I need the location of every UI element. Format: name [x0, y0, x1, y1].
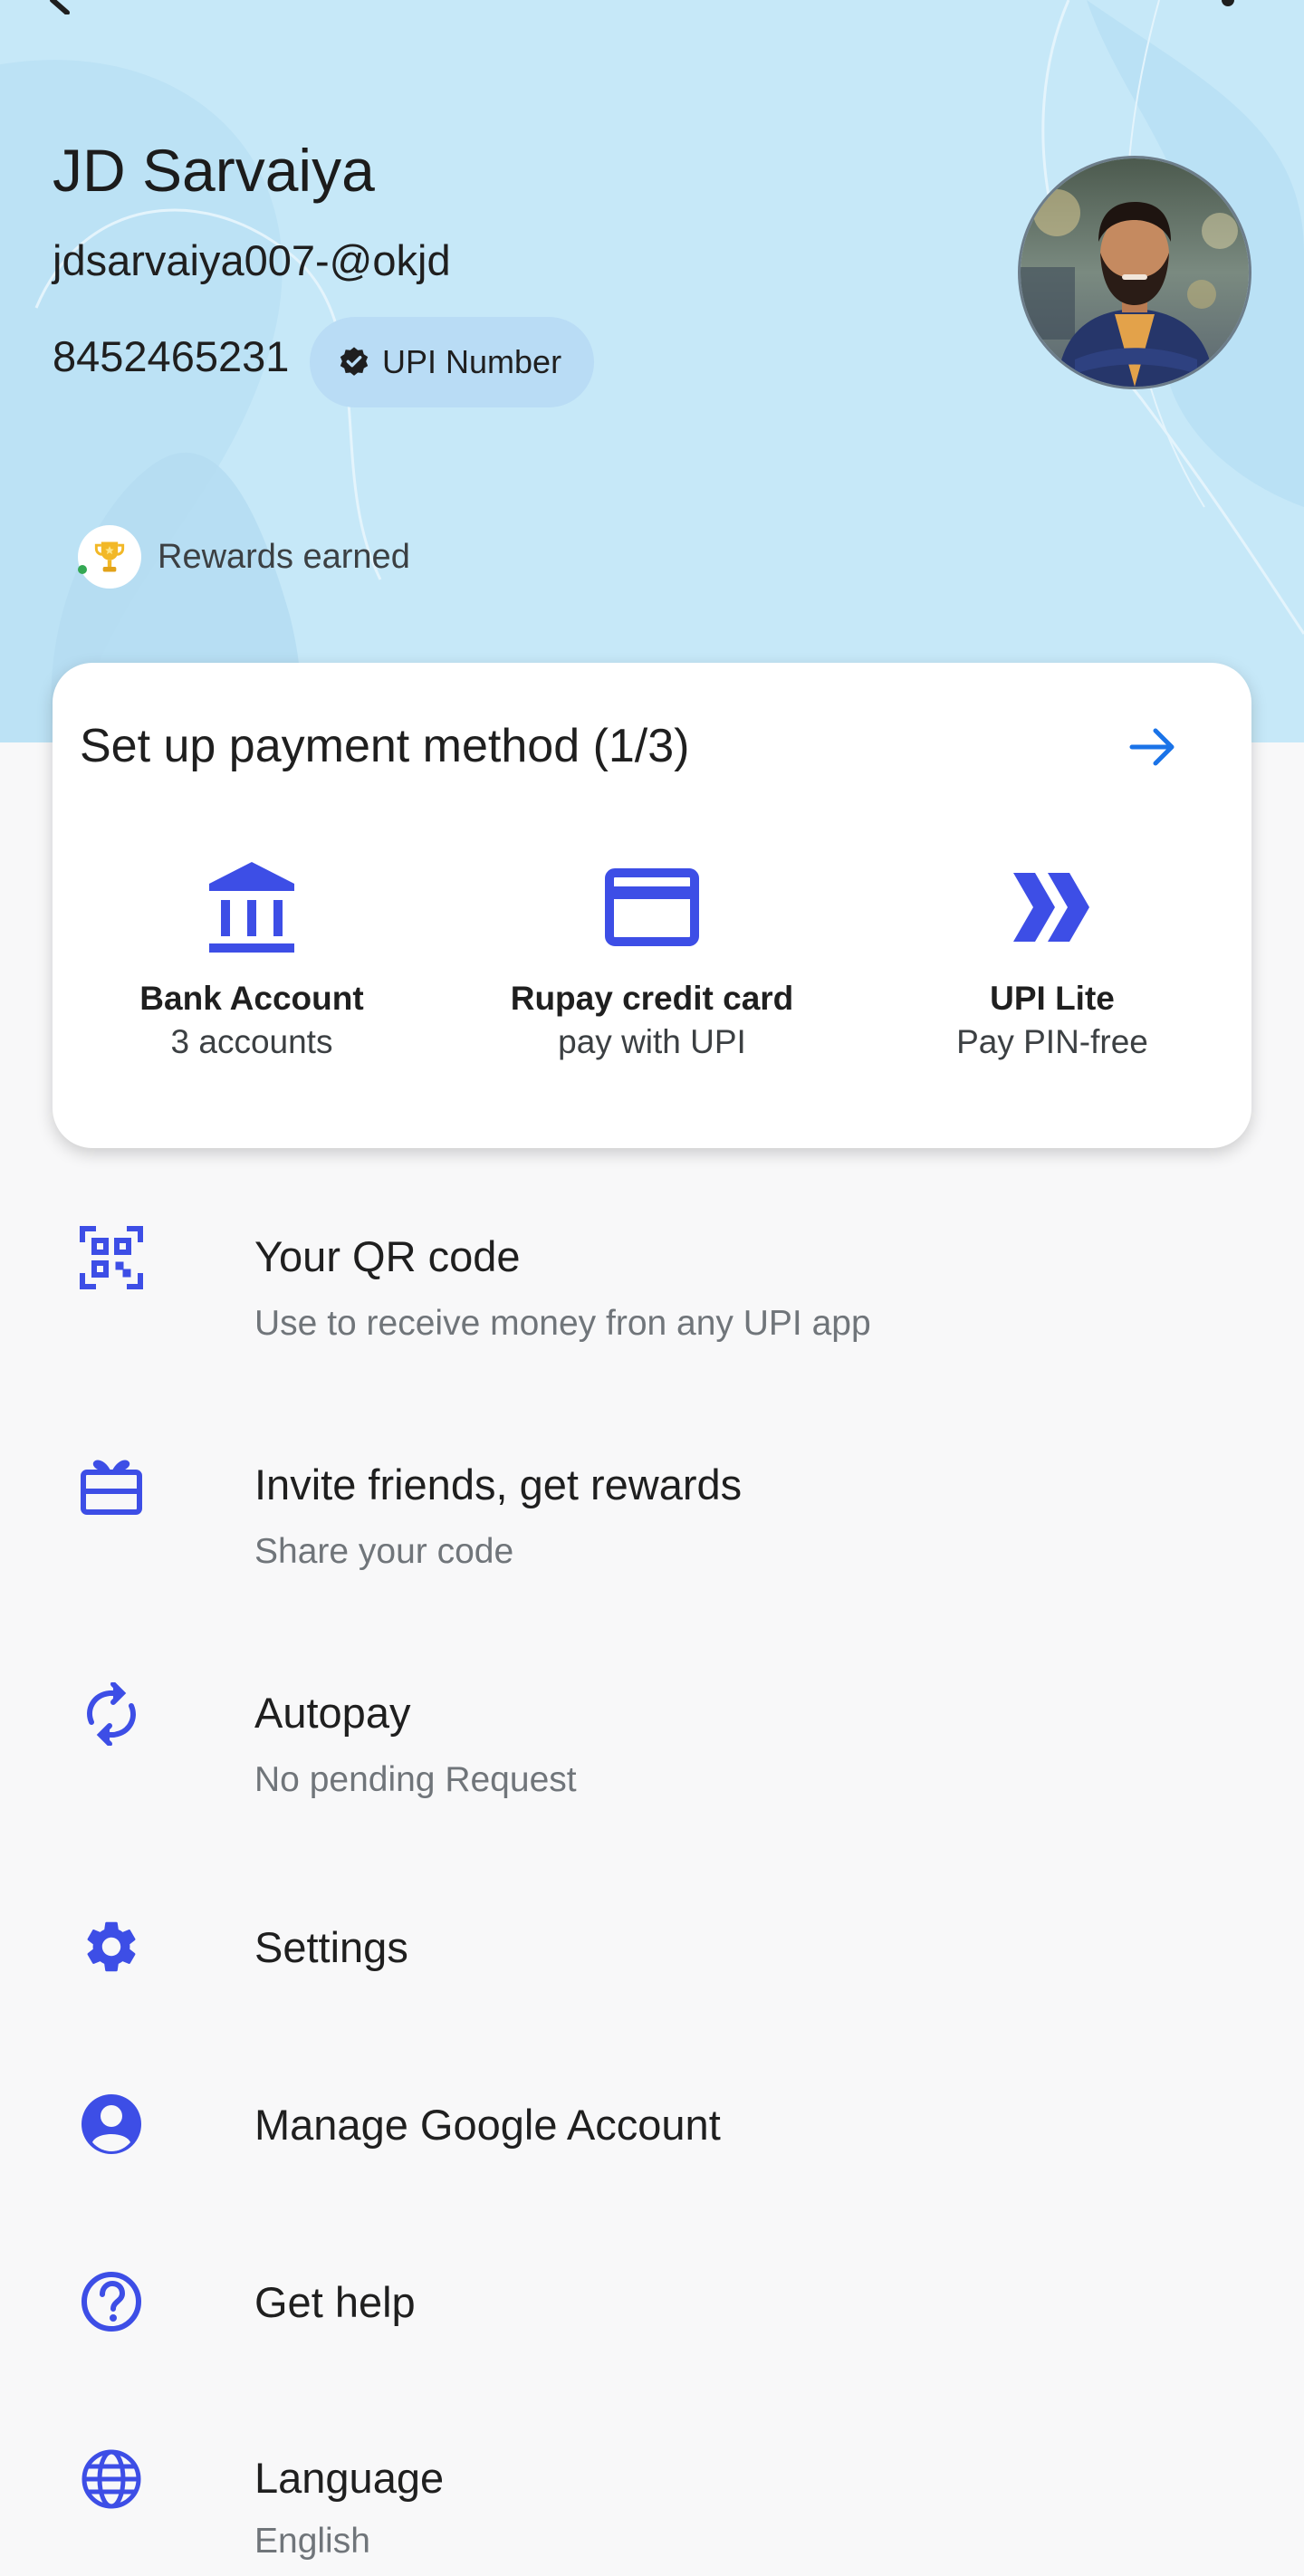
method-subtitle: Pay PIN-free [956, 1023, 1148, 1060]
gear-icon [76, 1911, 147, 1982]
method-bank-account[interactable]: Bank Account 3 accounts [71, 853, 433, 1061]
bank-icon [71, 853, 433, 962]
menu-item-title: Autopay [254, 1689, 411, 1737]
avatar[interactable] [1018, 156, 1251, 389]
menu-item-subtitle: Use to receive money fron any UPI app [254, 1304, 871, 1343]
upi-number-badge-label: UPI Number [382, 343, 562, 380]
method-title: UPI Lite [990, 980, 1115, 1017]
rewards-earned-label: Rewards earned [158, 537, 410, 576]
upi-number-badge[interactable]: UPI Number [310, 317, 594, 407]
more-options-icon[interactable] [1221, 0, 1235, 13]
menu-item-title: Invite friends, get rewards [254, 1460, 743, 1508]
back-arrow-icon[interactable] [47, 0, 83, 14]
menu-item-title: Settings [254, 1923, 408, 1971]
method-title: Bank Account [139, 980, 364, 1017]
menu-item-subtitle: Share your code [254, 1532, 514, 1571]
gift-icon [76, 1451, 147, 1521]
help-icon [76, 2266, 147, 2337]
rewards-earned[interactable]: Rewards earned [78, 525, 410, 589]
profile-header: JD Sarvaiya jdsarvaiya007-@okjd 84524652… [0, 0, 1304, 742]
menu-item-subtitle: No pending Request [254, 1760, 577, 1799]
phone-number: 8452465231 [53, 332, 290, 380]
account-icon [76, 2089, 147, 2159]
payment-setup-card[interactable]: Set up payment method (1/3) Bank Account… [53, 663, 1251, 1148]
method-rupay-credit-card[interactable]: Rupay credit card pay with UPI [471, 853, 833, 1061]
method-subtitle: 3 accounts [170, 1023, 333, 1060]
trophy-icon [78, 525, 141, 589]
method-subtitle: pay with UPI [558, 1023, 746, 1060]
menu-item-subtitle: English [254, 2522, 370, 2561]
menu-item-title: Language [254, 2454, 445, 2502]
globe-icon [76, 2444, 147, 2514]
menu-item-title: Get help [254, 2278, 416, 2326]
qr-code-icon [76, 1222, 147, 1293]
autopay-icon [76, 1679, 147, 1749]
arrow-right-icon[interactable] [1128, 724, 1179, 770]
profile-name: JD Sarvaiya [53, 137, 375, 204]
menu-item-title: Your QR code [254, 1232, 521, 1280]
method-upi-lite[interactable]: UPI Lite Pay PIN-free [871, 853, 1233, 1061]
double-chevron-icon [871, 853, 1233, 962]
profile-photo [1021, 158, 1249, 387]
upi-id[interactable]: jdsarvaiya007-@okjd [53, 235, 451, 285]
payment-setup-title: Set up payment method (1/3) [80, 720, 690, 772]
method-title: Rupay credit card [510, 980, 794, 1017]
verified-check-icon [340, 347, 369, 376]
credit-card-icon [471, 853, 833, 962]
menu-item-title: Manage Google Account [254, 2101, 721, 2149]
